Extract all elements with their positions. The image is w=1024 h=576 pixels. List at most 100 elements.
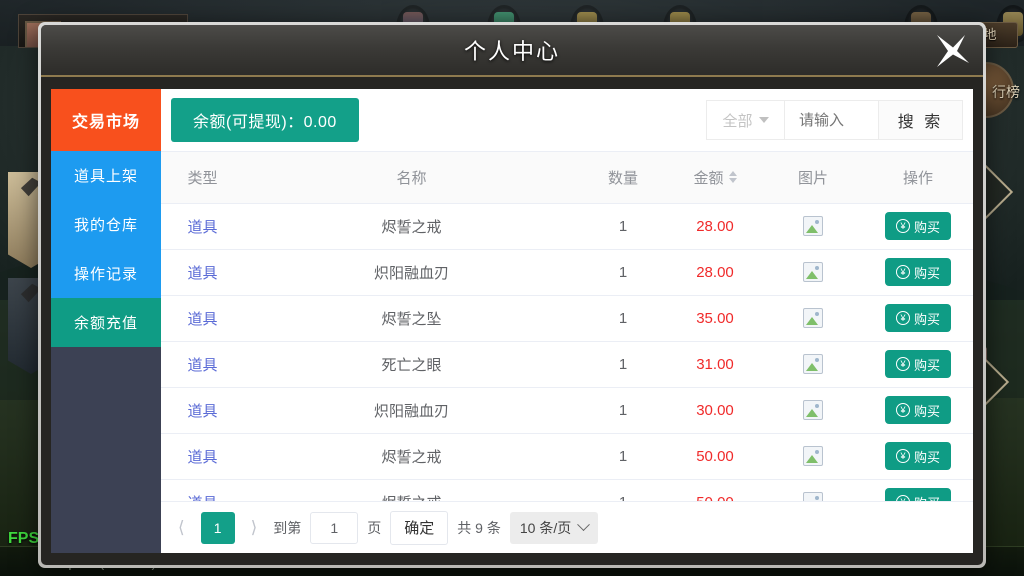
page-size-value: 10 条/页 (520, 518, 571, 538)
cell-type[interactable]: 道具 (161, 433, 244, 479)
table-row: 道具炽阳融血刃130.00¥购买 (161, 387, 973, 433)
broken-image-icon (803, 216, 823, 236)
category-filter-value: 全部 (722, 110, 752, 131)
sort-arrows-icon[interactable] (729, 171, 737, 183)
table-row: 道具烬誓之戒150.00 ¥购买 (161, 479, 973, 501)
cell-image (763, 433, 863, 479)
cell-type[interactable]: 道具 (161, 479, 244, 501)
broken-image-icon (803, 308, 823, 328)
modal-titlebar: 个人中心 (41, 25, 983, 77)
goto-page-input[interactable] (310, 512, 358, 544)
column-header-type: 类型 (161, 152, 244, 203)
cell-image (763, 203, 863, 249)
buy-button[interactable]: ¥购买 (885, 304, 951, 332)
cell-action: ¥ 购买 (863, 249, 973, 295)
search-button[interactable]: 搜 索 (878, 100, 963, 140)
sidebar-item-label: 我的仓库 (74, 214, 138, 235)
sidebar-item-label: 操作记录 (74, 263, 138, 284)
total-count-label: 共 9 条 (457, 518, 501, 538)
buy-button-label: 购买 (914, 493, 940, 502)
chevron-right-icon[interactable]: ⟩ (244, 518, 265, 538)
search-input[interactable] (784, 100, 878, 140)
category-filter-select[interactable]: 全部 (706, 100, 784, 140)
personal-center-modal: 个人中心 交易市场 道具上架 我的仓库 操作记录 (38, 22, 986, 568)
confirm-button[interactable]: 确定 (390, 511, 448, 545)
sidebar: 交易市场 道具上架 我的仓库 操作记录 余额充值 (51, 89, 161, 553)
column-header-label: 名称 (396, 167, 426, 188)
cell-amount: 50.00 (667, 479, 763, 501)
buy-button-label: 购买 (914, 309, 940, 328)
cell-type[interactable]: 道具 (161, 295, 244, 341)
table-row: 道具烬誓之坠135.00 ¥购买 (161, 295, 973, 341)
search-group: 全部 搜 索 (706, 100, 963, 140)
sidebar-item-list-item[interactable]: 道具上架 (51, 151, 161, 200)
sidebar-filler (51, 347, 161, 553)
cell-quantity: 1 (579, 341, 667, 387)
broken-image-icon (803, 400, 823, 420)
buy-button-label: 购买 (914, 217, 940, 236)
cell-name: 烬誓之戒 (244, 203, 579, 249)
cell-quantity: 1 (579, 479, 667, 501)
cell-quantity: 1 (579, 203, 667, 249)
cell-image (763, 387, 863, 433)
sidebar-item-my-warehouse[interactable]: 我的仓库 (51, 200, 161, 249)
cell-name: 烬誓之坠 (244, 295, 579, 341)
column-header-label: 图片 (798, 167, 828, 188)
column-header-label: 类型 (187, 167, 217, 188)
sidebar-item-label: 交易市场 (72, 108, 140, 132)
cell-type[interactable]: 道具 (161, 387, 244, 433)
buy-button[interactable]: ¥ 购买 (885, 258, 951, 286)
page-number-1[interactable]: 1 (201, 512, 235, 544)
cell-action: ¥购买 (863, 295, 973, 341)
page-size-select[interactable]: 10 条/页 (510, 512, 598, 544)
pagination-bar: ⟨ 1 ⟩ 到第 页 确定 共 9 条 10 条/页 (161, 501, 973, 553)
buy-button[interactable]: ¥购买 (885, 212, 951, 240)
cell-type[interactable]: 道具 (161, 249, 244, 295)
cell-image (763, 341, 863, 387)
cell-action: ¥购买 (863, 203, 973, 249)
chevron-left-icon[interactable]: ⟨ (171, 518, 192, 538)
cell-action: ¥购买 (863, 433, 973, 479)
cell-name: 烬誓之戒 (244, 433, 579, 479)
cell-quantity: 1 (579, 295, 667, 341)
balance-button[interactable]: 余额(可提现)：0.00 (171, 98, 359, 142)
cell-quantity: 1 (579, 249, 667, 295)
cell-name: 烬誓之戒 (244, 479, 579, 501)
sidebar-item-recharge[interactable]: 余额充值 (51, 298, 161, 347)
cell-image (763, 295, 863, 341)
chevron-down-icon (759, 117, 769, 123)
content-panel: 余额(可提现)：0.00 全部 搜 索 (161, 89, 973, 553)
yen-icon: ¥ (896, 357, 910, 371)
close-icon[interactable] (929, 27, 977, 75)
buy-button[interactable]: ¥购买 (885, 442, 951, 470)
ranking-label: 行榜 (992, 82, 1020, 102)
cell-amount: 35.00 (667, 295, 763, 341)
broken-image-icon (803, 446, 823, 466)
cell-type[interactable]: 道具 (161, 203, 244, 249)
sidebar-item-operation-log[interactable]: 操作记录 (51, 249, 161, 298)
cell-amount: 30.00 (667, 387, 763, 433)
cell-action: ¥购买 (863, 387, 973, 433)
buy-button[interactable]: ¥购买 (885, 350, 951, 378)
cell-amount: 50.00 (667, 433, 763, 479)
cell-image (763, 249, 863, 295)
column-header-action: 操作 (863, 152, 973, 203)
table-row: 道具烬誓之戒128.00¥购买 (161, 203, 973, 249)
column-header-amount[interactable]: 金额 (667, 152, 763, 203)
market-table-wrapper[interactable]: 类型 名称 数量 金额 (161, 151, 973, 501)
cell-name: 死亡之眼 (244, 341, 579, 387)
page-unit-label: 页 (367, 518, 381, 538)
cell-name: 炽阳融血刃 (244, 387, 579, 433)
cell-quantity: 1 (579, 433, 667, 479)
market-table: 类型 名称 数量 金额 (161, 152, 973, 501)
sidebar-item-trade-market[interactable]: 交易市场 (51, 89, 161, 151)
buy-button[interactable]: ¥购买 (885, 488, 951, 501)
yen-icon: ¥ (896, 403, 910, 417)
buy-button[interactable]: ¥购买 (885, 396, 951, 424)
sidebar-item-label: 道具上架 (74, 165, 138, 186)
sidebar-item-label: 余额充值 (74, 312, 138, 333)
cell-type[interactable]: 道具 (161, 341, 244, 387)
yen-icon: ¥ (896, 265, 910, 279)
buy-button-label: 购买 (914, 263, 940, 282)
column-header-quantity: 数量 (579, 152, 667, 203)
